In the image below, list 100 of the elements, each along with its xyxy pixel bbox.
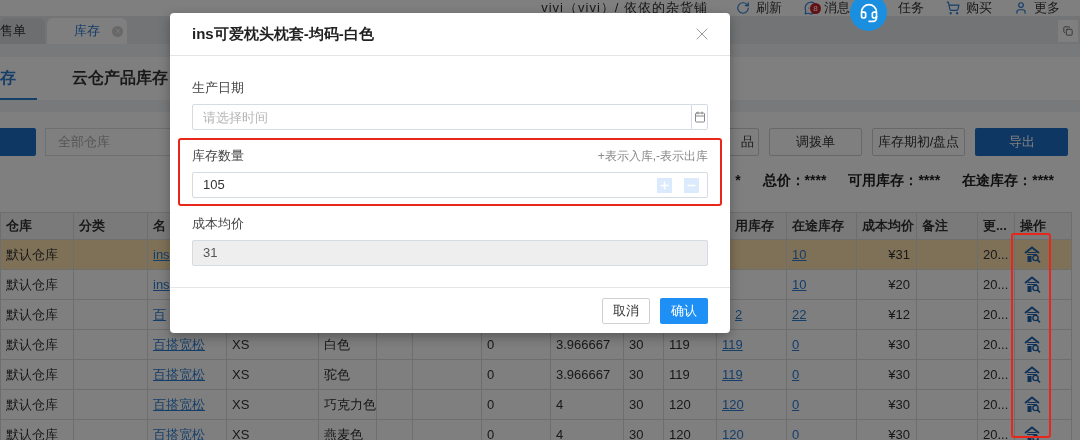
column-header: 成本均价 xyxy=(862,218,914,234)
table-cell: 默认仓库 xyxy=(6,426,58,440)
table-cell: 4 xyxy=(556,426,564,440)
top-link[interactable]: 消息 xyxy=(824,0,850,18)
column-header: 用库存 xyxy=(735,218,774,234)
table-link[interactable]: ins xyxy=(153,246,170,262)
table-cell: 默认仓库 xyxy=(6,246,58,262)
cost-field: 31 xyxy=(192,240,708,266)
table-cell-text: ¥20 xyxy=(887,275,911,294)
table-cell: 巧克力色 xyxy=(324,396,376,412)
table-link[interactable]: 0 xyxy=(792,336,800,352)
table-cell: 120 xyxy=(669,426,691,440)
table-cell: 30 xyxy=(629,336,644,352)
top-link[interactable]: 任务 xyxy=(898,0,924,18)
warehouse-search-icon[interactable] xyxy=(1024,336,1042,353)
table-link[interactable]: 119 xyxy=(722,366,743,382)
toolbar-button[interactable]: 调拨单 xyxy=(769,128,862,156)
section-tab[interactable]: 存 xyxy=(0,57,37,100)
notification-badge: 8 xyxy=(810,3,821,15)
table-cell: 20... xyxy=(983,276,1009,292)
table-cell: XS xyxy=(232,426,250,440)
warehouse-search-icon[interactable] xyxy=(1024,276,1042,293)
toolbar-button[interactable]: 库存期初/盘点 xyxy=(872,128,965,156)
table-link[interactable]: 120 xyxy=(722,396,744,412)
table-link[interactable]: 10 xyxy=(792,276,807,292)
top-link[interactable]: 刷新 xyxy=(756,0,782,18)
table-cell: 120 xyxy=(669,396,691,412)
summary-text: 可用库存：**** xyxy=(848,170,941,190)
table-cell-text: ¥31 xyxy=(887,245,911,264)
table-cell: 20... xyxy=(983,396,1009,412)
table-link[interactable]: 0 xyxy=(792,396,800,412)
table-cell-text: ¥30 xyxy=(887,395,911,414)
table-link[interactable]: 2 xyxy=(735,306,743,322)
warehouse-search-icon[interactable] xyxy=(1024,306,1042,323)
table-cell: 0 xyxy=(487,366,495,382)
table-cell: 30 xyxy=(629,366,644,382)
section-tab[interactable]: 云仓产品库存 xyxy=(70,57,170,100)
headset-icon xyxy=(858,2,879,23)
dialog-title: ins可爱枕头枕套-均码-白色 xyxy=(192,23,374,44)
warehouse-search-icon[interactable] xyxy=(1024,366,1042,383)
page-tab[interactable]: 库存 xyxy=(47,18,127,44)
table-cell: 默认仓库 xyxy=(6,306,58,322)
table-cell: 0 xyxy=(487,426,495,440)
table-cell-text: ¥12 xyxy=(887,305,911,324)
window-button[interactable] xyxy=(1058,20,1078,42)
page-tab[interactable]: 售单 xyxy=(0,18,45,44)
calendar-icon[interactable] xyxy=(693,111,706,123)
table-link[interactable]: ins xyxy=(153,276,170,292)
cart-icon xyxy=(946,1,960,15)
table-cell: 30 xyxy=(629,426,644,440)
table-link[interactable]: 百 xyxy=(153,306,166,322)
table-link[interactable]: 10 xyxy=(792,246,807,262)
table-cell-text: ¥30 xyxy=(887,425,911,440)
table-cell: 20... xyxy=(983,246,1009,262)
column-header: 备注 xyxy=(922,218,948,234)
table-cell: 0 xyxy=(487,396,495,412)
table-link[interactable]: 0 xyxy=(792,426,800,440)
table-cell-text: ¥30 xyxy=(887,335,911,354)
table-cell-text: ¥30 xyxy=(887,365,911,384)
dialog-button[interactable]: 确认 xyxy=(660,297,708,324)
table-link[interactable]: 22 xyxy=(792,306,807,322)
dialog-button[interactable]: 取消 xyxy=(602,297,650,324)
column-header: 更... xyxy=(983,218,1007,234)
summary-text: 总价：**** xyxy=(762,170,827,190)
table-cell: XS xyxy=(232,396,250,412)
column-header: 在途库存 xyxy=(792,218,844,234)
field-label: 生产日期 xyxy=(192,79,244,98)
column-header: 分类 xyxy=(79,218,105,234)
table-cell: XS xyxy=(232,336,250,352)
plus-icon xyxy=(660,180,669,190)
calendar-button[interactable] xyxy=(692,104,708,130)
column-header: 名 xyxy=(153,218,166,234)
table-cell: 20... xyxy=(983,336,1009,352)
column-header: 操作 xyxy=(1020,218,1046,234)
table-cell: 驼色 xyxy=(324,366,350,382)
table-cell: 20... xyxy=(983,306,1009,322)
summary-text: * xyxy=(735,170,741,190)
table-cell: 默认仓库 xyxy=(6,336,58,352)
table-link[interactable]: 0 xyxy=(792,366,800,382)
copy-icon xyxy=(1063,26,1073,36)
warehouse-search-icon[interactable] xyxy=(1024,396,1042,413)
table-cell: 4 xyxy=(556,396,564,412)
user-icon xyxy=(1014,1,1028,15)
table-cell: 20... xyxy=(983,366,1009,382)
toolbar-button[interactable]: 导出 xyxy=(975,128,1068,156)
date-field[interactable]: 请选择时间 xyxy=(192,104,692,130)
table-cell: 默认仓库 xyxy=(6,366,58,382)
table-cell: 默认仓库 xyxy=(6,396,58,412)
table-cell: 119 xyxy=(669,366,690,382)
top-link[interactable]: 更多 xyxy=(1034,0,1060,18)
refresh-icon xyxy=(736,1,750,15)
table-cell: 3.966667 xyxy=(556,366,611,382)
table-cell: 0 xyxy=(487,336,495,352)
table-cell: 20... xyxy=(983,426,1009,440)
top-link[interactable]: 购买 xyxy=(966,0,992,18)
table-link[interactable]: 119 xyxy=(722,336,743,352)
table-cell: XS xyxy=(232,366,250,382)
table-cell: 白色 xyxy=(324,336,350,352)
warehouse-search-icon[interactable] xyxy=(1024,426,1042,440)
warehouse-search-icon[interactable] xyxy=(1024,246,1042,263)
